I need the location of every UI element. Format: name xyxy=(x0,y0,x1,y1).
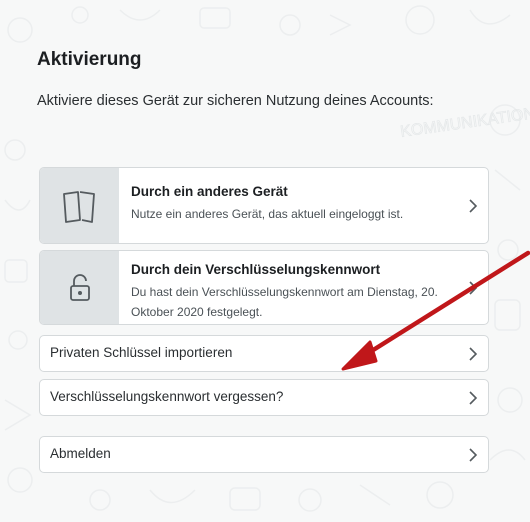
option-description: Du hast dein Verschlüsselungskennwort am… xyxy=(131,285,438,319)
intro-text: Aktiviere dieses Gerät zur sicheren Nutz… xyxy=(37,93,434,109)
option-icon-box xyxy=(40,251,119,324)
option-icon-box xyxy=(40,168,119,243)
lock-icon xyxy=(69,273,90,301)
option-title: Durch dein Verschlüsselungskennwort xyxy=(131,262,381,277)
devices-icon xyxy=(62,190,95,223)
page-title: Aktivierung xyxy=(37,49,142,70)
row-label: Abmelden xyxy=(50,446,111,461)
background-word: KOMMUNIKATION xyxy=(399,105,530,141)
row-label: Verschlüsselungskennwort vergessen? xyxy=(50,389,284,404)
option-title: Durch ein anderes Gerät xyxy=(131,184,288,199)
chevron-right-icon xyxy=(469,198,478,213)
option-description: Nutze ein anderes Gerät, das aktuell ein… xyxy=(131,207,404,221)
chevron-right-icon xyxy=(469,390,478,405)
row-label: Privaten Schlüssel importieren xyxy=(50,345,233,360)
forgot-password-button[interactable]: Verschlüsselungskennwort vergessen? xyxy=(39,379,489,416)
chevron-right-icon xyxy=(469,447,478,462)
chevron-right-icon xyxy=(469,346,478,361)
option-encryption-password[interactable]: Durch dein Verschlüsselungskennwort Du h… xyxy=(39,250,489,325)
chevron-right-icon xyxy=(469,280,478,295)
logout-button[interactable]: Abmelden xyxy=(39,436,489,473)
import-private-key-button[interactable]: Privaten Schlüssel importieren xyxy=(39,335,489,372)
option-other-device[interactable]: Durch ein anderes Gerät Nutze ein andere… xyxy=(39,167,489,244)
